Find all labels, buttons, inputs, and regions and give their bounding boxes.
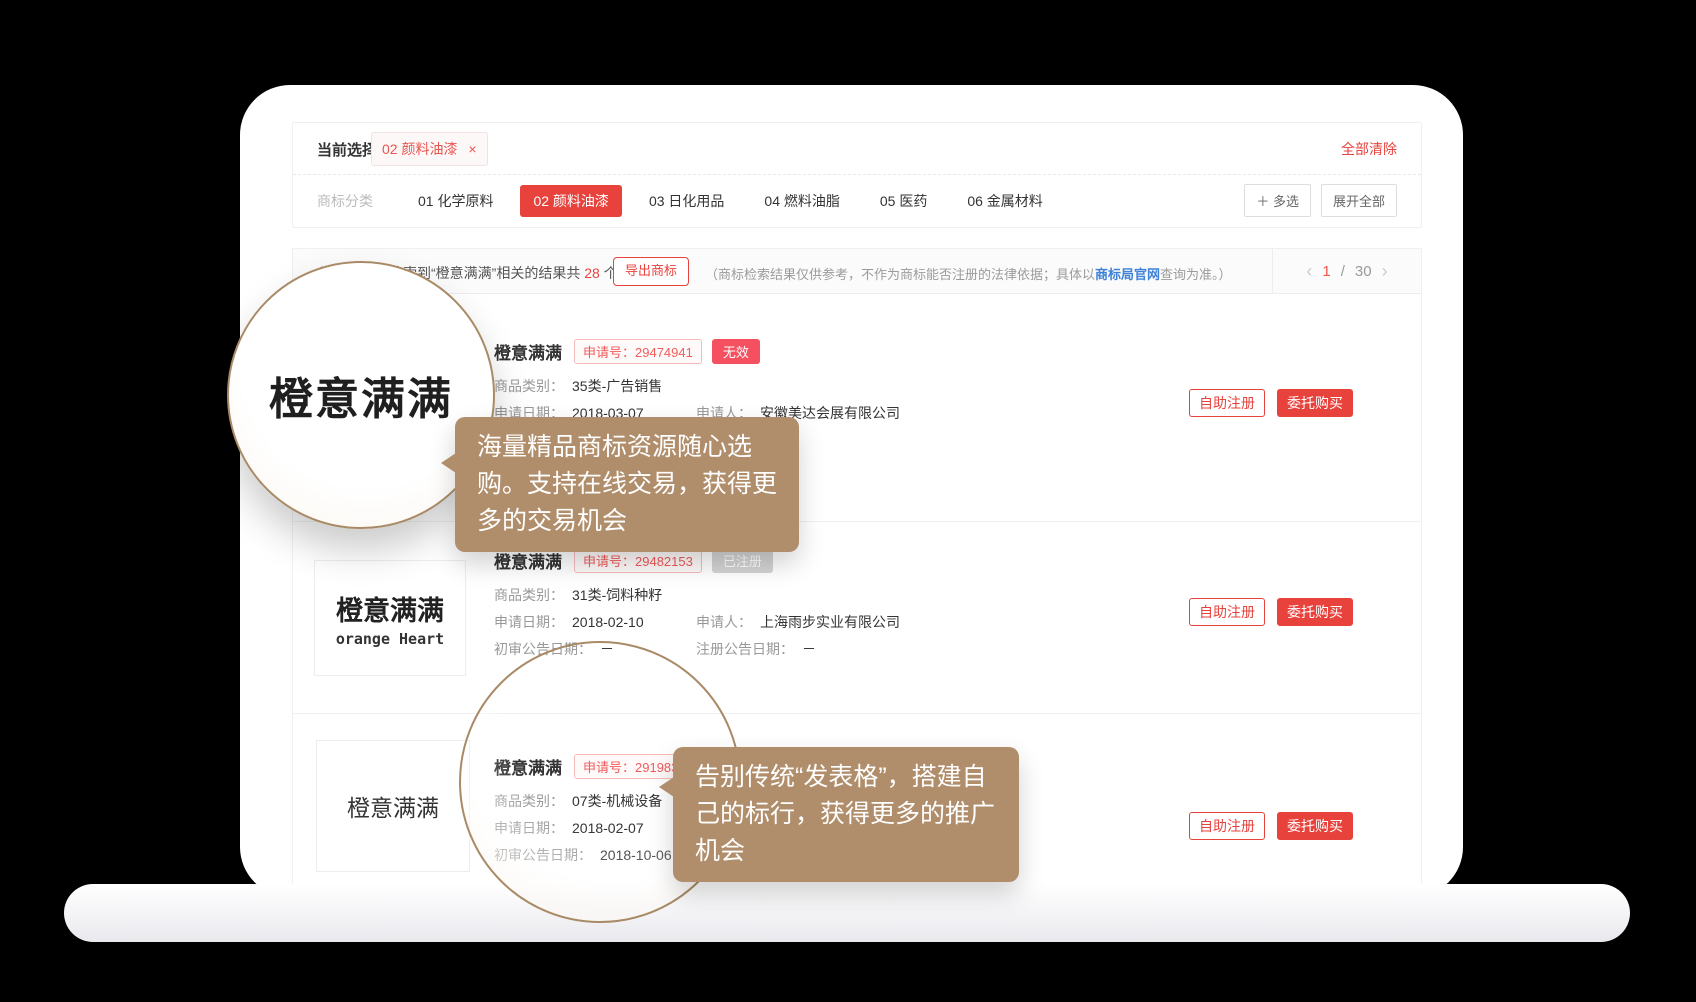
- thumbnail-subtext: orange Heart: [336, 630, 444, 648]
- next-page-icon[interactable]: ›: [1382, 262, 1388, 280]
- application-number-tag: 申请号：29474941: [574, 339, 702, 364]
- current-selection-row: 当前选择 02 颜料油漆 × 全部清除: [293, 123, 1421, 174]
- remove-filter-icon[interactable]: ×: [468, 141, 476, 157]
- field-label: 商品类别：: [494, 587, 564, 603]
- multi-select-button[interactable]: ＋ 多选: [1244, 184, 1311, 217]
- thumbnail-text: 橙意满满: [347, 789, 439, 823]
- field-value: 31类-饲料种籽: [572, 587, 662, 603]
- category-tab-01[interactable]: 01 化学原料: [405, 185, 506, 217]
- category-tab-06[interactable]: 06 金属材料: [954, 185, 1055, 217]
- category-tab-04[interactable]: 04 燃料油脂: [751, 185, 852, 217]
- current-selection-label: 当前选择: [317, 139, 377, 160]
- magnified-trademark-text: 橙意满满: [269, 363, 453, 427]
- laptop-base: [64, 884, 1630, 942]
- filter-panel: 当前选择 02 颜料油漆 × 全部清除 商标分类 01 化学原料 02 颜料油漆…: [292, 122, 1422, 228]
- entrust-buy-button[interactable]: 委托购买: [1277, 812, 1353, 840]
- page-divider: /: [1341, 263, 1345, 280]
- disclaimer-post: 查询为准。）: [1160, 267, 1232, 282]
- category-tab-05[interactable]: 05 医药: [867, 185, 940, 217]
- disclaimer-pre: （商标检索结果仅供参考，不作为商标能否注册的法律依据；具体以: [705, 267, 1095, 282]
- row-actions: 自助注册 委托购买: [1189, 389, 1353, 417]
- disclaimer-text: （商标检索结果仅供参考，不作为商标能否注册的法律依据；具体以商标局官网查询为准。…: [705, 264, 1232, 283]
- category-tab-02-selected[interactable]: 02 颜料油漆: [520, 185, 621, 217]
- field-value: 上海雨步实业有限公司: [760, 614, 900, 630]
- field-value: －: [802, 641, 816, 657]
- self-register-button[interactable]: 自助注册: [1189, 812, 1265, 840]
- callout-trade-resources: 海量精品商标资源随心选购。支持在线交易，获得更多的交易机会: [455, 417, 799, 552]
- category-tab-03[interactable]: 03 日化用品: [636, 185, 737, 217]
- export-trademark-button[interactable]: 导出商标: [613, 257, 689, 286]
- field-label: 申请人：: [696, 614, 752, 630]
- thumbnail-text: 橙意满满: [336, 589, 444, 628]
- results-header: 当前分类下检索到“橙意满满”相关的结果共 28 个 导出商标 （商标检索结果仅供…: [293, 249, 1421, 294]
- category-label: 商标分类: [317, 191, 373, 211]
- selected-filter-tag[interactable]: 02 颜料油漆 ×: [371, 132, 488, 166]
- status-badge: 无效: [712, 339, 760, 364]
- trademark-thumbnail: 橙意满满: [316, 740, 470, 872]
- field-label: 注册公告日期：: [696, 641, 794, 657]
- row-info: 橙意满满 申请号：29474941 无效 商品类别：35类-广告销售 申请日期：…: [494, 339, 1114, 427]
- field-label: 商品类别：: [494, 378, 564, 394]
- expand-all-button[interactable]: 展开全部: [1321, 184, 1397, 217]
- trademark-name: 橙意满满: [494, 339, 562, 364]
- selected-filter-tag-label: 02 颜料油漆: [382, 141, 457, 157]
- field-label: 申请日期：: [494, 614, 564, 630]
- row-actions: 自助注册 委托购买: [1189, 812, 1353, 840]
- results-count: 28: [584, 265, 600, 281]
- entrust-buy-button[interactable]: 委托购买: [1277, 389, 1353, 417]
- pagination: ‹ 1 / 30 ›: [1272, 249, 1421, 293]
- callout-promotion: 告别传统“发表格”，搭建自己的标行，获得更多的推广机会: [673, 747, 1019, 882]
- field-value: 35类-广告销售: [572, 378, 662, 394]
- self-register-button[interactable]: 自助注册: [1189, 389, 1265, 417]
- entrust-buy-button[interactable]: 委托购买: [1277, 598, 1353, 626]
- row-actions: 自助注册 委托购买: [1189, 598, 1353, 626]
- trademark-office-link[interactable]: 商标局官网: [1095, 267, 1160, 282]
- current-page: 1: [1322, 263, 1330, 280]
- prev-page-icon[interactable]: ‹: [1306, 262, 1312, 280]
- field-value: 2018-02-10: [572, 614, 644, 630]
- page: 当前选择 02 颜料油漆 × 全部清除 商标分类 01 化学原料 02 颜料油漆…: [0, 0, 1696, 1002]
- self-register-button[interactable]: 自助注册: [1189, 598, 1265, 626]
- category-row: 商标分类 01 化学原料 02 颜料油漆 03 日化用品 04 燃料油脂 05 …: [293, 174, 1421, 227]
- total-pages: 30: [1355, 263, 1372, 280]
- trademark-thumbnail: 橙意满满 orange Heart: [314, 560, 466, 676]
- clear-all-button[interactable]: 全部清除: [1341, 139, 1397, 159]
